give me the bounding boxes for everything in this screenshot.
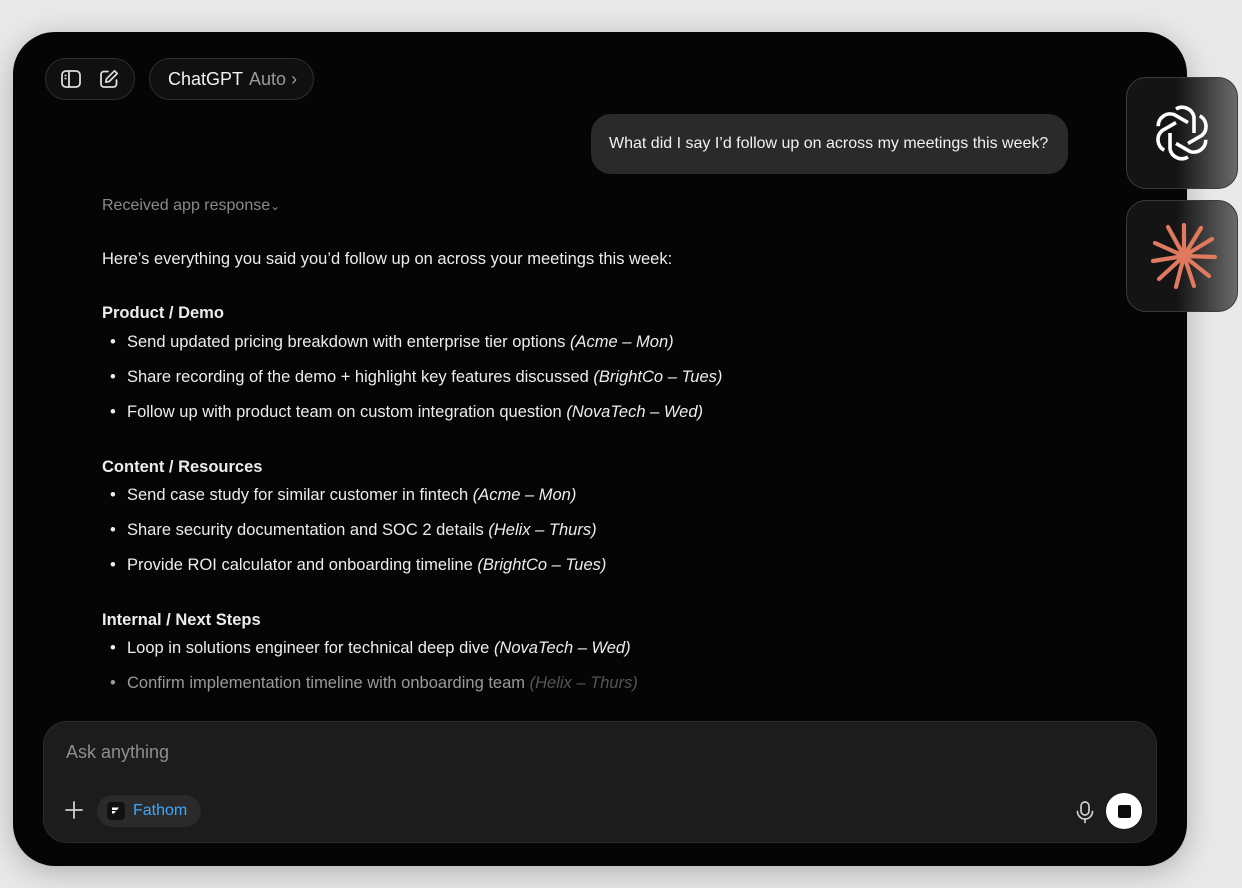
- received-label: Received app response: [102, 197, 271, 214]
- follow-up-list: • Loop in solutions engineer for technica…: [102, 638, 1002, 708]
- microphone-icon[interactable]: [1074, 800, 1096, 824]
- openai-logo-icon: [1156, 105, 1208, 161]
- response-intro: Here’s everything you said you’d follow …: [102, 250, 673, 268]
- section-title: Product / Demo: [102, 304, 224, 322]
- fathom-logo-icon: [107, 802, 125, 820]
- section-title: Content / Resources: [102, 458, 263, 476]
- fathom-app-chip[interactable]: Fathom: [97, 795, 202, 827]
- stop-icon: [1117, 804, 1131, 818]
- openai-app-tile[interactable]: [1126, 77, 1238, 189]
- fathom-label: Fathom: [133, 802, 188, 819]
- list-item: • Send case study for similar customer in…: [110, 486, 577, 504]
- top-left-controls: [45, 58, 135, 100]
- list-item: • Provide ROI calculator and onboarding t…: [110, 556, 607, 574]
- claude-app-tile[interactable]: [1126, 200, 1238, 312]
- user-message: What did I say I’d follow up on across m…: [591, 114, 1069, 174]
- compose-icon: [100, 69, 119, 88]
- sidebar-toggle-icon: [61, 70, 81, 88]
- plus-icon[interactable]: [62, 798, 86, 822]
- claude-starburst-icon: [1150, 222, 1218, 290]
- chat-window: ChatGPT Auto › What did I say I’d follow…: [13, 32, 1187, 866]
- new-chat-button[interactable]: [95, 65, 123, 93]
- section-title: Internal / Next Steps: [102, 611, 261, 629]
- received-app-response-toggle[interactable]: Received app response⌄: [102, 197, 280, 215]
- list-item: • Confirm implementation timeline with on…: [110, 674, 638, 692]
- model-name: ChatGPT: [168, 68, 244, 89]
- list-item: • Share security documentation and SOC 2 …: [110, 521, 597, 539]
- chevron-right-icon: ›: [291, 68, 298, 89]
- stop-button[interactable]: [1106, 793, 1142, 829]
- list-item: • Share recording of the demo + highlight…: [110, 368, 723, 386]
- sidebar-toggle-button[interactable]: [57, 65, 85, 93]
- chevron-down-icon: ⌄: [270, 199, 281, 213]
- model-selector[interactable]: ChatGPT Auto ›: [149, 58, 315, 100]
- list-item: • Loop in solutions engineer for technica…: [110, 639, 631, 657]
- message-input[interactable]: [64, 736, 968, 768]
- follow-up-list: • Send case study for similar customer in…: [102, 485, 1002, 590]
- assistant-response: Here’s everything you said you’d follow …: [102, 250, 1002, 708]
- composer: Fathom: [43, 721, 1157, 843]
- follow-up-list: • Send updated pricing breakdown with ent…: [102, 332, 1002, 437]
- list-item: • Send updated pricing breakdown with ent…: [110, 333, 674, 351]
- list-item: • Follow up with product team on custom i…: [110, 403, 703, 421]
- model-mode: Auto: [249, 68, 287, 89]
